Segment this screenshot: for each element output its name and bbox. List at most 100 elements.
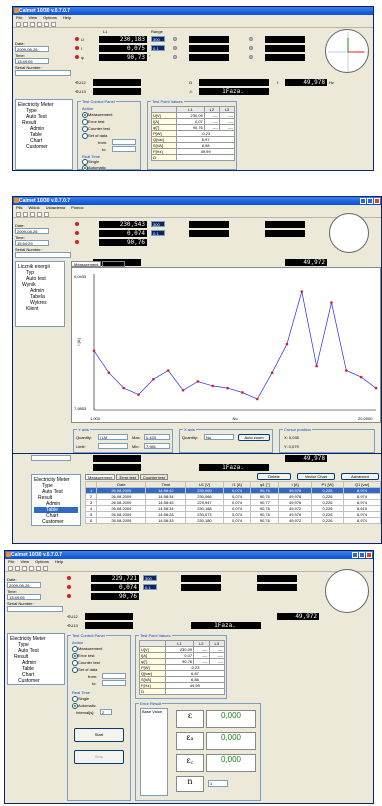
u-range-select[interactable]: 300	[151, 221, 165, 227]
auto-zoom-button[interactable]: Auto zoom	[238, 434, 270, 441]
tree-item-customer[interactable]: Customer	[18, 144, 70, 150]
save-icon[interactable]	[30, 211, 35, 217]
menu-help[interactable]: Help	[55, 559, 63, 565]
vector-chart-button[interactable]: Vector Chart	[297, 473, 335, 480]
data-point	[285, 342, 289, 346]
i-range-select[interactable]: 0,1	[143, 584, 157, 590]
series-line	[93, 291, 377, 400]
date-field[interactable]: 2009-08-26	[15, 228, 49, 234]
min-field[interactable]: 7,981	[144, 443, 170, 449]
menu-options[interactable]: Options	[43, 15, 57, 21]
n-label: n	[176, 776, 204, 792]
settings-icon[interactable]	[44, 21, 49, 27]
tab-measurement[interactable]: Measurement	[85, 474, 116, 480]
menu-options[interactable]: Options	[35, 559, 49, 565]
radio-single[interactable]: Single	[82, 159, 99, 165]
menu-view[interactable]: View	[28, 15, 37, 21]
close-icon[interactable]	[374, 198, 380, 204]
maximize-icon[interactable]	[367, 198, 373, 204]
radio-counter-test[interactable]: Counter test	[82, 126, 110, 132]
to-field[interactable]	[102, 680, 126, 686]
from-field[interactable]	[102, 673, 126, 679]
time-field[interactable]: 13:49:05	[15, 58, 49, 64]
serial-field[interactable]	[31, 455, 71, 461]
date-field[interactable]: 2009-08-26	[15, 46, 49, 52]
time-field[interactable]: 13:49:05	[7, 594, 41, 600]
radio-counter-test[interactable]: Counter test	[72, 660, 100, 666]
tab-error-test[interactable]: Error test	[116, 474, 139, 480]
open-icon[interactable]	[15, 565, 20, 571]
u-range-select[interactable]: 300	[151, 36, 165, 42]
radio-automatic[interactable]: Automatic	[82, 165, 106, 170]
minimize-icon[interactable]	[352, 552, 358, 558]
l2-phi-display	[189, 54, 229, 61]
i-range-select[interactable]: 0,1	[151, 230, 165, 236]
close-icon[interactable]	[366, 552, 372, 558]
u12-display	[93, 455, 141, 462]
menu-pomoc[interactable]: Pomoc	[71, 205, 83, 211]
radio-error-test[interactable]: Error test	[72, 653, 94, 659]
table-row[interactable]: 6 26.08.2009 14:58:33 230,180 0,074 90,76 49,9…	[84, 517, 381, 524]
menu-view[interactable]: View	[20, 559, 29, 565]
new-icon[interactable]	[16, 211, 21, 217]
x-quantity-select[interactable]: No	[204, 434, 234, 440]
radio-measurement[interactable]: Measurement	[72, 646, 102, 652]
settings-icon[interactable]	[36, 565, 41, 571]
menu-widok[interactable]: Widok	[28, 205, 39, 211]
from-field[interactable]	[112, 139, 136, 145]
i-indicator	[67, 585, 71, 589]
menu-ustawienia[interactable]: Ustawienia	[46, 205, 66, 211]
i-range-select[interactable]: 0,1	[151, 45, 165, 51]
interval-field[interactable]: 2	[100, 709, 112, 715]
l3-i-display	[265, 45, 305, 52]
limit-select[interactable]	[98, 443, 128, 449]
maximize-icon[interactable]	[359, 552, 365, 558]
save-icon[interactable]	[30, 21, 35, 27]
radio-single[interactable]: Single	[72, 696, 89, 702]
tree-item-klient[interactable]: Klient	[18, 306, 62, 312]
serial-field[interactable]	[15, 252, 71, 258]
minimize-icon[interactable]	[360, 198, 366, 204]
to-field[interactable]	[112, 146, 136, 152]
advanced-button[interactable]: Advanced	[341, 473, 379, 480]
radio-set-of-data[interactable]: Set of data	[82, 133, 107, 139]
y-quantity-select[interactable]: I [A]	[98, 434, 128, 440]
serial-field[interactable]	[15, 70, 71, 76]
tree-item-customer[interactable]: Customer	[34, 519, 78, 525]
stop-button[interactable]: Stop	[74, 750, 124, 764]
time-field[interactable]: 15:54:29	[15, 240, 49, 246]
save-icon[interactable]	[22, 565, 27, 571]
n-select[interactable]: 1	[208, 780, 228, 787]
menu-plik[interactable]: Plik	[16, 205, 22, 211]
menu-file[interactable]: File	[8, 559, 14, 565]
date-field[interactable]: 2009-08-26	[7, 582, 41, 588]
help-icon[interactable]	[51, 21, 56, 27]
menu-help[interactable]: Help	[63, 15, 71, 21]
print-icon[interactable]	[37, 21, 42, 27]
serial-field[interactable]	[7, 606, 63, 612]
new-icon[interactable]	[8, 565, 13, 571]
y-tick-label: 0,0433	[74, 274, 87, 279]
radio-set-of-data[interactable]: Set of data	[72, 667, 97, 673]
menu-file[interactable]: File	[16, 15, 22, 21]
u-range-select[interactable]: 300	[143, 575, 157, 581]
help-icon[interactable]	[43, 565, 48, 571]
print-icon[interactable]	[29, 565, 34, 571]
print-icon[interactable]	[37, 211, 42, 217]
delete-button[interactable]: Delete	[257, 473, 291, 480]
open-icon[interactable]	[23, 21, 28, 27]
start-button[interactable]: Start	[74, 728, 124, 742]
table-cell: 49,972	[278, 517, 312, 524]
radio-error-test[interactable]: Error test	[82, 119, 104, 125]
window-title: Calmet 10/30 v.0.7.0.7	[11, 552, 63, 558]
tree-item-customer[interactable]: Customer	[10, 678, 62, 684]
open-icon[interactable]	[23, 211, 28, 217]
new-icon[interactable]	[16, 21, 21, 27]
tab-counter-test[interactable]: Counter test	[139, 474, 168, 480]
f-reading: 49,972	[285, 259, 327, 266]
settings-icon[interactable]	[44, 211, 49, 217]
radio-automatic[interactable]: Automatic	[72, 703, 96, 709]
radio-measurement[interactable]: Measurement	[82, 112, 112, 118]
max-field[interactable]: 0,433	[144, 434, 170, 440]
test-control-panel: Test Control Panel Action Measurement Er…	[67, 633, 131, 801]
